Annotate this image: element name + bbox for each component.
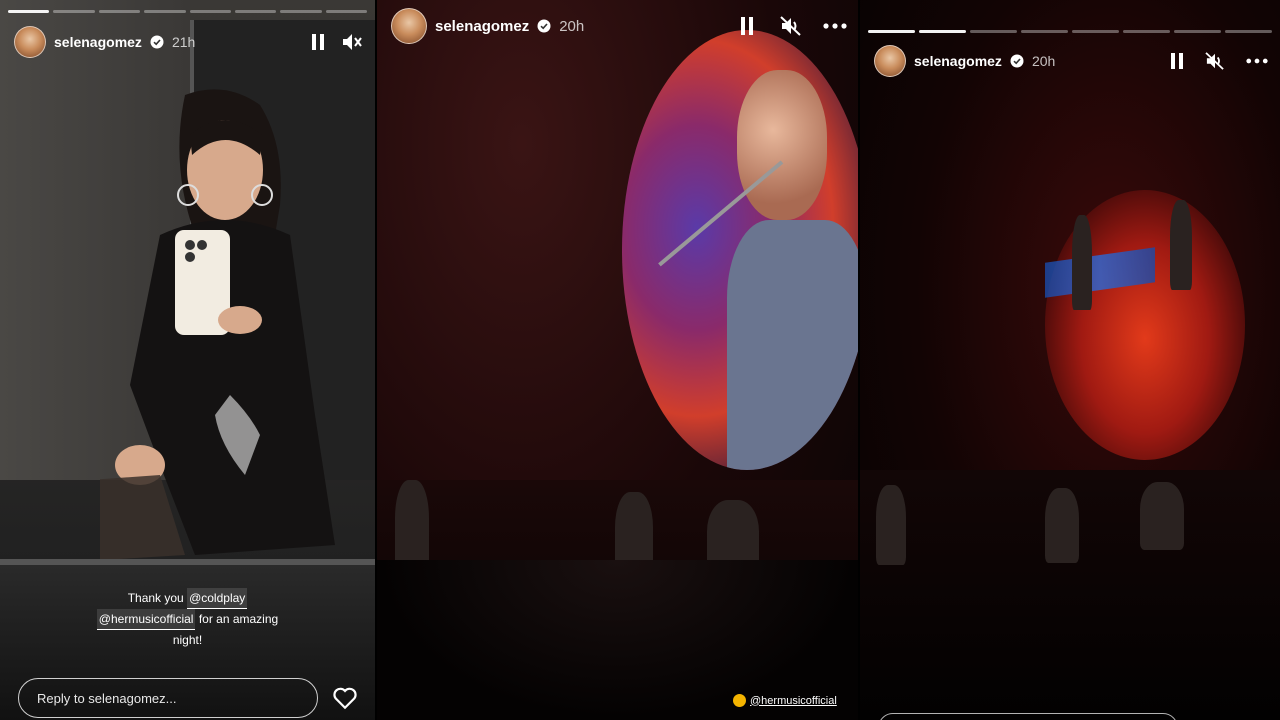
progress-segment (53, 10, 95, 13)
caption-text: Thank you (127, 591, 184, 605)
progress-segment (144, 10, 186, 13)
mirror-frame (0, 0, 375, 565)
more-options-button[interactable] (1244, 48, 1270, 74)
progress-segment (1072, 30, 1119, 33)
progress-segment (234, 10, 277, 13)
caption-line-1: Thank you @coldplay (0, 588, 375, 609)
post-time: 20h (1031, 53, 1056, 69)
avatar[interactable] (391, 8, 427, 44)
avatar[interactable] (14, 26, 46, 58)
emoji-icon (733, 694, 746, 707)
mention-coldplay[interactable]: @coldplay (187, 588, 248, 609)
reply-input[interactable] (878, 713, 1178, 720)
story-panel-3[interactable]: selenagomez 20h (860, 0, 1280, 720)
verified-icon (1010, 54, 1024, 68)
story-caption: Thank you @coldplay @hermusicofficial fo… (0, 588, 375, 650)
progress-segment (868, 30, 915, 33)
pause-button[interactable] (305, 29, 331, 55)
username[interactable]: selenagomez (435, 18, 529, 35)
caption-line-2: @hermusicofficial for an amazing (0, 609, 375, 630)
caption-text: for an amazing (198, 612, 279, 626)
progress-segment (189, 10, 231, 13)
post-time: 21h (171, 34, 196, 50)
progress-segment (280, 10, 322, 13)
pause-icon (312, 34, 324, 50)
story-header: selenagomez 21h (14, 26, 365, 58)
mute-icon (780, 16, 801, 36)
story-panel-2[interactable]: selenagomez 20h @hermusicofficial (377, 0, 858, 720)
concert-video-screen (622, 30, 858, 470)
performer (1072, 215, 1092, 310)
reply-input[interactable]: Reply to selenagomez... (18, 678, 318, 718)
progress-segment (8, 10, 50, 13)
more-icon (823, 23, 847, 29)
mention-sticker[interactable]: @hermusicofficial (733, 694, 837, 707)
username[interactable]: selenagomez (914, 53, 1002, 69)
heart-icon[interactable] (332, 685, 358, 711)
mute-button[interactable] (339, 29, 365, 55)
story-progress-bar (8, 10, 367, 13)
pause-icon (741, 17, 753, 35)
performer (1045, 488, 1079, 563)
story-header: selenagomez 20h (391, 8, 848, 44)
progress-segment (919, 30, 966, 33)
performer (876, 485, 906, 565)
singer-closeup (737, 70, 827, 220)
progress-segment (325, 10, 367, 13)
mute-icon (343, 34, 362, 50)
progress-segment (1123, 30, 1170, 33)
story-progress-bar (868, 30, 1272, 33)
mute-button[interactable] (1202, 48, 1228, 74)
verified-icon (150, 35, 164, 49)
caption-line-3: night! (172, 633, 203, 647)
progress-segment (1021, 30, 1068, 33)
performer (1170, 200, 1192, 290)
progress-segment (970, 30, 1017, 33)
pause-button[interactable] (734, 13, 760, 39)
mention-hermusicofficial[interactable]: @hermusicofficial (750, 695, 837, 707)
avatar[interactable] (874, 45, 906, 77)
story-panel-1[interactable]: selenagomez 21h Thank you @coldplay @her… (0, 0, 375, 720)
singer-shirt (727, 220, 858, 470)
progress-segment (1174, 30, 1221, 33)
mute-icon (1205, 52, 1224, 70)
mute-button[interactable] (778, 13, 804, 39)
progress-segment (1225, 30, 1272, 33)
performer (1140, 482, 1184, 550)
username[interactable]: selenagomez (54, 34, 142, 50)
mention-hermusicofficial[interactable]: @hermusicofficial (96, 609, 196, 630)
more-options-button[interactable] (822, 13, 848, 39)
post-time: 20h (559, 17, 585, 35)
story-header: selenagomez 20h (874, 45, 1270, 77)
pause-icon (1171, 53, 1183, 69)
progress-segment (98, 10, 141, 13)
more-icon (1246, 58, 1268, 64)
verified-icon (537, 19, 551, 33)
pause-button[interactable] (1164, 48, 1190, 74)
